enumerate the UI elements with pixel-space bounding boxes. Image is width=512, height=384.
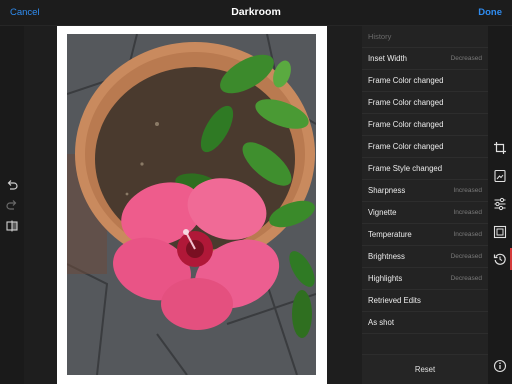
history-item-label: Temperature	[368, 230, 412, 239]
history-item-value: Increased	[453, 209, 482, 216]
history-item[interactable]: As shot	[362, 312, 488, 334]
info-icon[interactable]	[493, 359, 507, 373]
right-toolbar	[488, 26, 512, 384]
history-item-label: Retrieved Edits	[368, 296, 421, 305]
left-toolbar	[0, 26, 24, 384]
history-item[interactable]: Retrieved Edits	[362, 290, 488, 312]
history-item-label: Frame Color changed	[368, 98, 444, 107]
history-item-value: Decreased	[450, 253, 482, 260]
history-item[interactable]: Temperature Increased	[362, 224, 488, 246]
reset-button[interactable]: Reset	[362, 365, 488, 374]
history-item-label: Sharpness	[368, 186, 406, 195]
history-item[interactable]: Sharpness Increased	[362, 180, 488, 202]
history-item-label: Frame Color changed	[368, 76, 444, 85]
history-item[interactable]: Vignette Increased	[362, 202, 488, 224]
crop-icon[interactable]	[493, 141, 507, 155]
history-item-label: As shot	[368, 318, 395, 327]
history-item-label: Frame Color changed	[368, 120, 444, 129]
history-item-label: Highlights	[368, 274, 403, 283]
history-item[interactable]: Frame Style changed	[362, 158, 488, 180]
top-bar: Cancel Darkroom Done	[0, 0, 512, 26]
reset-area: Reset	[362, 354, 488, 384]
history-item-label: Inset Width	[368, 54, 407, 63]
photo-canvas[interactable]	[24, 26, 362, 384]
history-heading: History	[362, 26, 488, 48]
history-item-label: Vignette	[368, 208, 397, 217]
history-item[interactable]: Highlights Decreased	[362, 268, 488, 290]
app-title: Darkroom	[231, 6, 281, 18]
history-item-label: Frame Color changed	[368, 142, 444, 151]
history-item[interactable]: Frame Color changed	[362, 70, 488, 92]
history-icon[interactable]	[493, 252, 507, 266]
history-item[interactable]: Frame Color changed	[362, 136, 488, 158]
history-item[interactable]: Inset Width Decreased	[362, 48, 488, 70]
history-item[interactable]: Frame Color changed	[362, 114, 488, 136]
history-item-label: Brightness	[368, 252, 405, 261]
history-item-value: Increased	[453, 187, 482, 194]
frame-icon[interactable]	[493, 225, 507, 239]
history-panel: History Inset Width Decreased Frame Color…	[362, 26, 488, 384]
photo-frame	[57, 26, 327, 384]
adjust-sliders-icon[interactable]	[493, 197, 507, 211]
history-item[interactable]: Frame Color changed	[362, 92, 488, 114]
hibiscus-photo[interactable]	[67, 34, 316, 375]
history-item-label: Frame Style changed	[368, 164, 443, 173]
history-list: Inset Width Decreased Frame Color changed…	[362, 48, 488, 334]
done-button[interactable]: Done	[478, 7, 502, 18]
history-item-value: Decreased	[450, 55, 482, 62]
history-item-value: Decreased	[450, 275, 482, 282]
history-item-value: Increased	[453, 231, 482, 238]
redo-icon[interactable]	[5, 198, 19, 212]
compare-icon[interactable]	[5, 219, 19, 233]
undo-icon[interactable]	[5, 178, 19, 192]
filters-icon[interactable]	[493, 169, 507, 183]
history-item[interactable]: Brightness Decreased	[362, 246, 488, 268]
